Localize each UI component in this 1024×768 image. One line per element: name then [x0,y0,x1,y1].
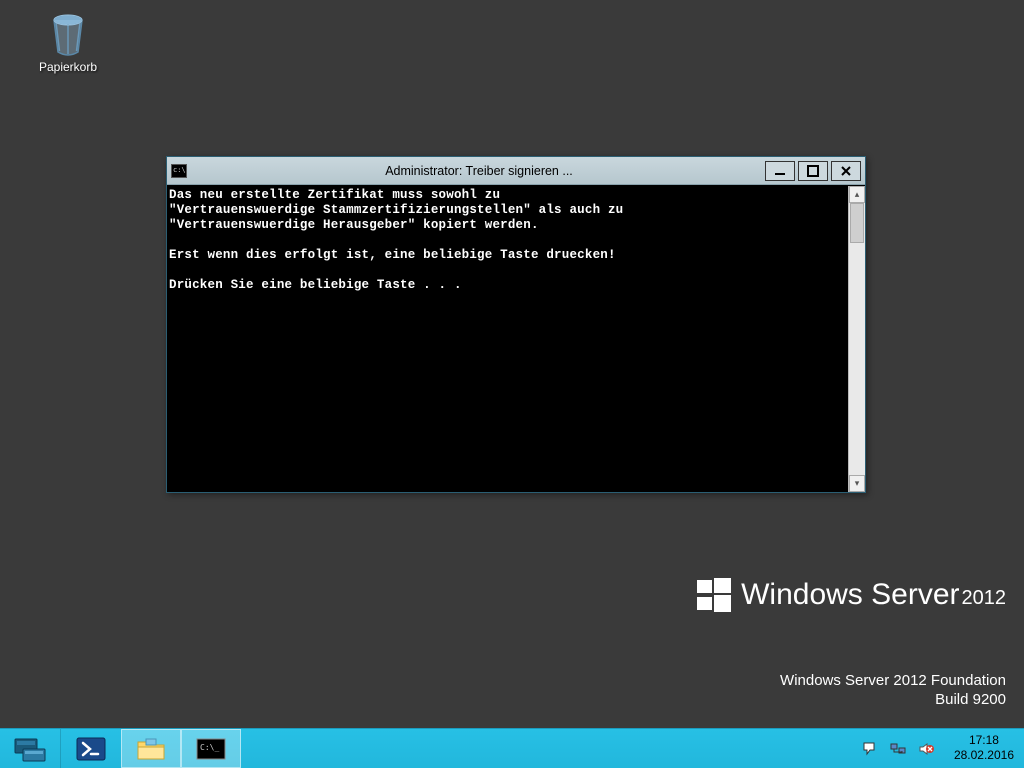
network-icon[interactable] [890,741,906,757]
cmd-icon [171,164,187,178]
window-title: Administrator: Treiber signieren ... [193,164,765,178]
taskbar-powershell-button[interactable] [61,729,121,768]
recycle-bin-label: Papierkorb [30,60,106,74]
windows-logo-icon [697,578,731,612]
close-button[interactable] [831,161,861,181]
console-window[interactable]: Administrator: Treiber signieren ... Das… [166,156,866,493]
svg-text:C:\_: C:\_ [200,743,219,752]
scrollbar[interactable]: ▴ ▾ [848,186,865,492]
system-tray [852,729,944,768]
desktop-watermark: Windows Server2012 Windows Server 2012 F… [697,578,1006,708]
scroll-track[interactable] [849,203,865,475]
clock-date: 28.02.2016 [954,748,1014,763]
brand-row: Windows Server2012 [697,578,1006,612]
scroll-down-button[interactable]: ▾ [849,475,865,492]
console-output[interactable]: Das neu erstellte Zertifikat muss sowohl… [167,186,848,492]
scroll-thumb[interactable] [850,203,864,243]
edition-text: Windows Server 2012 Foundation [697,672,1006,689]
taskbar: C:\_ 17:18 28.02.2016 [0,728,1024,768]
clock-time: 17:18 [954,733,1014,748]
recycle-bin-icon [44,10,92,58]
minimize-button[interactable] [765,161,795,181]
taskbar-spacer [241,729,852,768]
taskbar-cmd-button[interactable]: C:\_ [181,729,241,768]
build-text: Build 9200 [697,691,1006,708]
scroll-up-button[interactable]: ▴ [849,186,865,203]
taskbar-server-manager-button[interactable] [0,729,60,768]
taskbar-clock[interactable]: 17:18 28.02.2016 [944,729,1024,768]
volume-muted-icon[interactable] [918,741,934,757]
taskbar-explorer-button[interactable] [121,729,181,768]
maximize-button[interactable] [798,161,828,181]
brand-text: Windows Server [741,578,959,611]
action-center-icon[interactable] [862,741,878,757]
titlebar[interactable]: Administrator: Treiber signieren ... [167,157,865,185]
recycle-bin-desktop-icon[interactable]: Papierkorb [30,10,106,74]
brand-year: 2012 [962,587,1007,609]
